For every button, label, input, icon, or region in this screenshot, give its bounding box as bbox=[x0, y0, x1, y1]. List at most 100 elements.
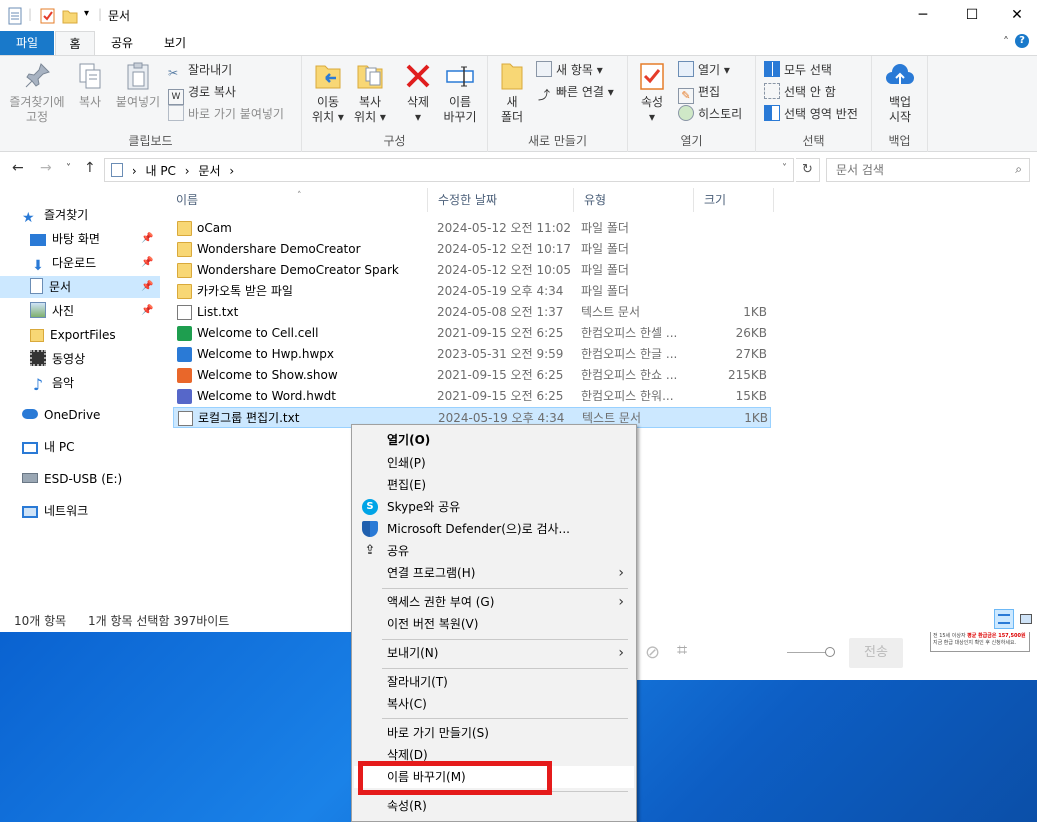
back-arrow-icon[interactable]: ← bbox=[12, 160, 24, 176]
move-to-button[interactable]: 이동 위치 ▾ bbox=[308, 60, 348, 125]
menu-item-create-shortcut[interactable]: 바로 가기 만들기(S) bbox=[354, 722, 634, 744]
breadcrumb-separator[interactable]: › bbox=[185, 164, 190, 178]
nav-onedrive[interactable]: OneDrive bbox=[22, 404, 100, 426]
address-path-box[interactable]: › 내 PC › 문서 › ˅ bbox=[104, 158, 794, 182]
zoom-slider-track[interactable] bbox=[787, 652, 829, 653]
file-row[interactable]: Welcome to Hwp.hwpx 2023-05-31 오전 9:59 한컴오… bbox=[173, 344, 771, 365]
zoom-slider-knob[interactable] bbox=[825, 647, 835, 657]
pinned-icon[interactable]: 📌 bbox=[141, 305, 153, 316]
nav-documents[interactable]: 문서 bbox=[0, 276, 160, 298]
promo-banner[interactable]: 전 15세 이상자 평균 환급금은 157,500원 지금 환급 대상인지 확인… bbox=[930, 630, 1030, 652]
column-header-date[interactable]: 수정한 날짜 bbox=[428, 188, 574, 212]
new-folder-button[interactable]: 새 폴더 bbox=[496, 60, 528, 125]
forward-arrow-icon[interactable]: → bbox=[40, 160, 52, 176]
minimize-button[interactable]: ─ bbox=[900, 0, 946, 31]
breadcrumb-this-pc[interactable]: 내 PC bbox=[145, 164, 175, 178]
menu-item-cut[interactable]: 잘라내기(T) bbox=[354, 671, 634, 693]
new-item-button[interactable]: 새 항목 ▾ bbox=[536, 60, 603, 80]
tab-file[interactable]: 파일 bbox=[0, 31, 54, 55]
nav-downloads[interactable]: ⬇ 다운로드 bbox=[30, 252, 96, 274]
file-row[interactable]: 카카오톡 받은 파일 2024-05-19 오후 4:34 파일 폴더 bbox=[173, 281, 771, 302]
menu-item-restore-versions[interactable]: 이전 버전 복원(V) bbox=[354, 613, 634, 635]
pinned-icon[interactable]: 📌 bbox=[141, 257, 153, 268]
breadcrumb-documents[interactable]: 문서 bbox=[198, 164, 220, 178]
address-dropdown-chevron-icon[interactable]: ˅ bbox=[782, 163, 787, 174]
cut-button[interactable]: ✂ 잘라내기 bbox=[168, 60, 232, 80]
large-icons-view-button[interactable] bbox=[1016, 609, 1036, 629]
easy-access-button[interactable]: ⤴ 빠른 연결 ▾ bbox=[536, 82, 614, 102]
nav-exportfiles[interactable]: ExportFiles bbox=[30, 324, 116, 346]
nav-desktop[interactable]: 바탕 화면 bbox=[30, 228, 100, 250]
pinned-icon[interactable]: 📌 bbox=[141, 233, 153, 244]
column-header-type[interactable]: 유형 bbox=[574, 188, 694, 212]
history-button[interactable]: 히스토리 bbox=[678, 104, 742, 124]
details-view-button[interactable] bbox=[994, 609, 1014, 629]
delete-button[interactable]: 삭제 ▾ bbox=[398, 60, 438, 125]
select-none-button[interactable]: 선택 안 함 bbox=[764, 82, 836, 102]
menu-item-send-to[interactable]: 보내기(N) › bbox=[354, 642, 634, 664]
paperclip-icon[interactable]: ⊘ bbox=[645, 642, 665, 663]
up-arrow-icon[interactable]: ↑ bbox=[84, 160, 96, 176]
send-button[interactable]: 전송 bbox=[849, 638, 903, 668]
crop-icon[interactable]: ⌗ bbox=[677, 640, 687, 661]
file-row[interactable]: Welcome to Word.hwdt 2021-09-15 오전 6:25 한컴… bbox=[173, 386, 771, 407]
menu-item-skype-share[interactable]: S Skype와 공유 bbox=[354, 496, 634, 518]
file-row[interactable]: Wondershare DemoCreator 2024-05-12 오전 10:… bbox=[173, 239, 771, 260]
file-row[interactable]: Welcome to Show.show 2021-09-15 오전 6:25 한컴… bbox=[173, 365, 771, 386]
nav-usb-drive[interactable]: ESD-USB (E:) bbox=[22, 468, 122, 490]
rename-button[interactable]: 이름 바꾸기 bbox=[440, 60, 480, 125]
new-folder-icon[interactable] bbox=[62, 7, 78, 25]
column-header-size[interactable]: 크기 bbox=[694, 188, 774, 212]
tab-share[interactable]: 공유 bbox=[102, 31, 142, 55]
pinned-icon[interactable]: 📌 bbox=[141, 281, 153, 292]
tab-home[interactable]: 홈 bbox=[55, 31, 95, 56]
menu-item-open[interactable]: 열기(O) bbox=[354, 429, 634, 451]
menu-item-edit[interactable]: 편집(E) bbox=[354, 474, 634, 496]
copy-to-button[interactable]: 복사 위치 ▾ bbox=[350, 60, 390, 125]
menu-item-give-access[interactable]: 액세스 권한 부여 (G) › bbox=[354, 591, 634, 613]
edit-button[interactable]: ✎ 편집 bbox=[678, 82, 720, 104]
paste-button[interactable]: 붙여넣기 bbox=[110, 60, 166, 110]
menu-item-share[interactable]: ⇪ 공유 bbox=[354, 540, 634, 562]
collapse-ribbon-chevron-icon[interactable]: ˄ bbox=[1003, 35, 1009, 49]
nav-pictures[interactable]: 사진 bbox=[30, 300, 74, 322]
file-row[interactable]: List.txt 2024-05-08 오전 1:37 텍스트 문서 1KB bbox=[173, 302, 771, 323]
copy-button[interactable]: 복사 bbox=[72, 60, 108, 110]
organize-group-label: 구성 bbox=[383, 134, 406, 148]
file-row[interactable]: Welcome to Cell.cell 2021-09-15 오전 6:25 한컴… bbox=[173, 323, 771, 344]
file-row[interactable]: Wondershare DemoCreator Spark 2024-05-12 … bbox=[173, 260, 771, 281]
file-row[interactable]: oCam 2024-05-12 오전 11:02 파일 폴더 bbox=[173, 218, 771, 239]
maximize-button[interactable]: ☐ bbox=[949, 0, 995, 31]
tab-view[interactable]: 보기 bbox=[155, 31, 195, 55]
pin-to-quick-access-button[interactable]: 즐겨찾기에 고정 bbox=[4, 60, 70, 125]
properties-button[interactable]: 속성 ▾ bbox=[634, 60, 670, 125]
start-backup-button[interactable]: 백업 시작 bbox=[882, 60, 918, 125]
breadcrumb-separator[interactable]: › bbox=[132, 164, 137, 178]
customize-toolbar-chevron-icon[interactable]: ▾ bbox=[84, 8, 89, 26]
refresh-button[interactable]: ↻ bbox=[796, 158, 820, 182]
menu-item-copy[interactable]: 복사(C) bbox=[354, 693, 634, 715]
close-button[interactable]: ✕ bbox=[994, 0, 1037, 31]
menu-item-defender-scan[interactable]: Microsoft Defender(으)로 검사... bbox=[354, 518, 634, 540]
menu-item-properties[interactable]: 속성(R) bbox=[354, 795, 634, 817]
copy-path-button[interactable]: W 경로 복사 bbox=[168, 82, 236, 105]
properties-check-icon[interactable] bbox=[40, 7, 56, 25]
recent-locations-chevron-icon[interactable]: ˅ bbox=[66, 163, 71, 174]
breadcrumb-separator[interactable]: › bbox=[229, 164, 234, 178]
search-input[interactable] bbox=[827, 159, 1002, 181]
nav-network[interactable]: 네트워크 bbox=[22, 500, 88, 522]
menu-item-open-with[interactable]: 연결 프로그램(H) › bbox=[354, 562, 634, 584]
invert-selection-button[interactable]: 선택 영역 반전 bbox=[764, 104, 858, 124]
menu-item-print[interactable]: 인쇄(P) bbox=[354, 452, 634, 474]
nav-music[interactable]: ♪ 음악 bbox=[30, 372, 74, 394]
select-all-button[interactable]: 모두 선택 bbox=[764, 60, 832, 80]
nav-quick-access[interactable]: ★ 즐겨찾기 bbox=[22, 204, 88, 226]
folder-icon bbox=[30, 329, 44, 342]
nav-this-pc[interactable]: 내 PC bbox=[22, 436, 74, 458]
paste-shortcut-button[interactable]: 바로 가기 붙여넣기 bbox=[168, 104, 284, 124]
column-header-name[interactable]: 이름 ˄ bbox=[166, 188, 428, 212]
help-icon[interactable]: ? bbox=[1015, 34, 1029, 48]
search-box[interactable]: ⌕ bbox=[826, 158, 1030, 182]
open-dropdown-button[interactable]: 열기 ▾ bbox=[678, 60, 730, 80]
nav-videos[interactable]: 동영상 bbox=[30, 348, 85, 370]
